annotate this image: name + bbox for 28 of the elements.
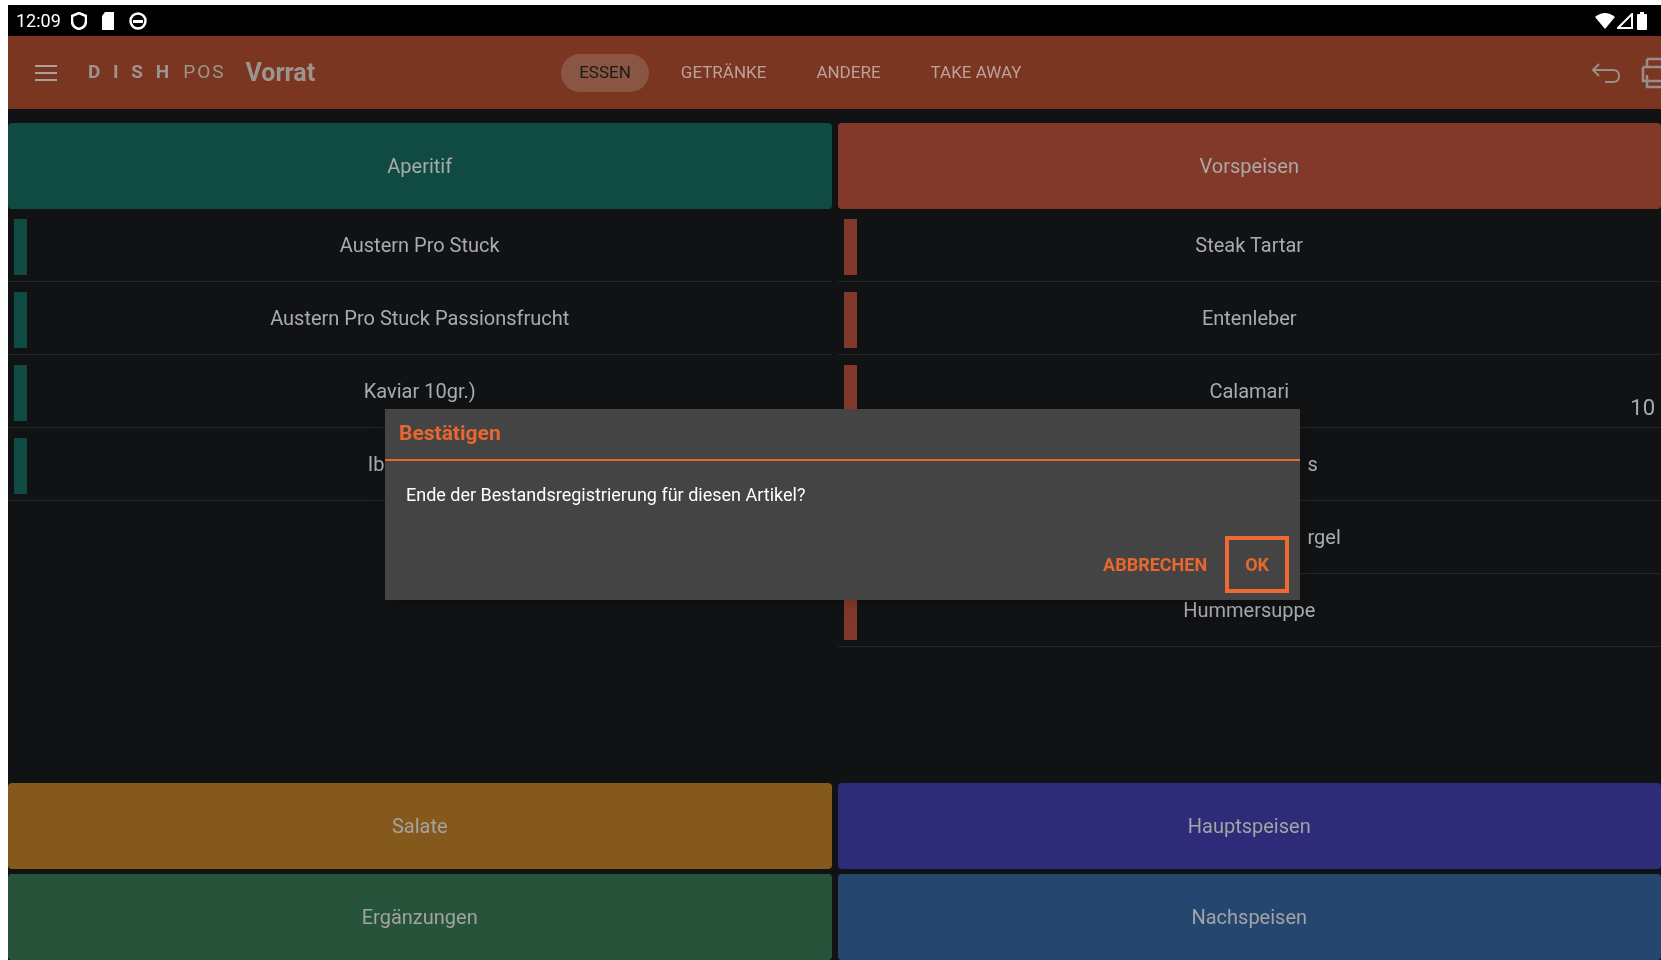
item-label[interactable]: Kaviar 10gr.) [363, 376, 476, 406]
category-header[interactable]: Aperitif [8, 123, 832, 209]
category-tab[interactable]: GETRÄNKE [662, 53, 785, 92]
category-tab[interactable]: TAKE AWAY [912, 53, 1040, 92]
dialog-title: Bestätigen [399, 420, 501, 448]
item-label[interactable]: Austern Pro Stuck [339, 230, 500, 260]
category-button[interactable]: Salate [8, 783, 832, 869]
item-label[interactable]: Austern Pro Stuck Passionsfrucht [270, 303, 570, 333]
category-header[interactable]: Vorspeisen [837, 123, 1661, 209]
item-label[interactable]: Ib [367, 449, 385, 479]
status-time: 12:09 [16, 9, 61, 33]
dialog-button[interactable]: OK [1225, 536, 1289, 593]
category-tab[interactable]: ESSEN [561, 53, 649, 92]
category-button[interactable]: Nachspeisen [837, 874, 1661, 960]
category-button[interactable]: Hauptspeisen [837, 783, 1661, 869]
item-label[interactable]: Calamari [1209, 376, 1290, 406]
stock-count: 10 [1630, 394, 1655, 422]
logo-subtext: POS [183, 59, 226, 86]
logo-text: D I S H [88, 59, 174, 86]
item-label[interactable]: s [1307, 449, 1318, 479]
item-label[interactable]: Steak Tartar [1195, 230, 1304, 260]
page-title: Vorrat [245, 56, 316, 89]
category-tab[interactable]: ANDERE [798, 53, 899, 92]
dialog-message: Ende der Bestandsregistrierung für diesen Artikel? [406, 483, 807, 507]
item-label[interactable]: rgel [1307, 522, 1341, 552]
dialog-button[interactable]: ABBRECHEN [1101, 536, 1210, 593]
item-label[interactable]: Entenleber [1201, 303, 1297, 333]
category-button[interactable]: Ergänzungen [8, 874, 832, 960]
